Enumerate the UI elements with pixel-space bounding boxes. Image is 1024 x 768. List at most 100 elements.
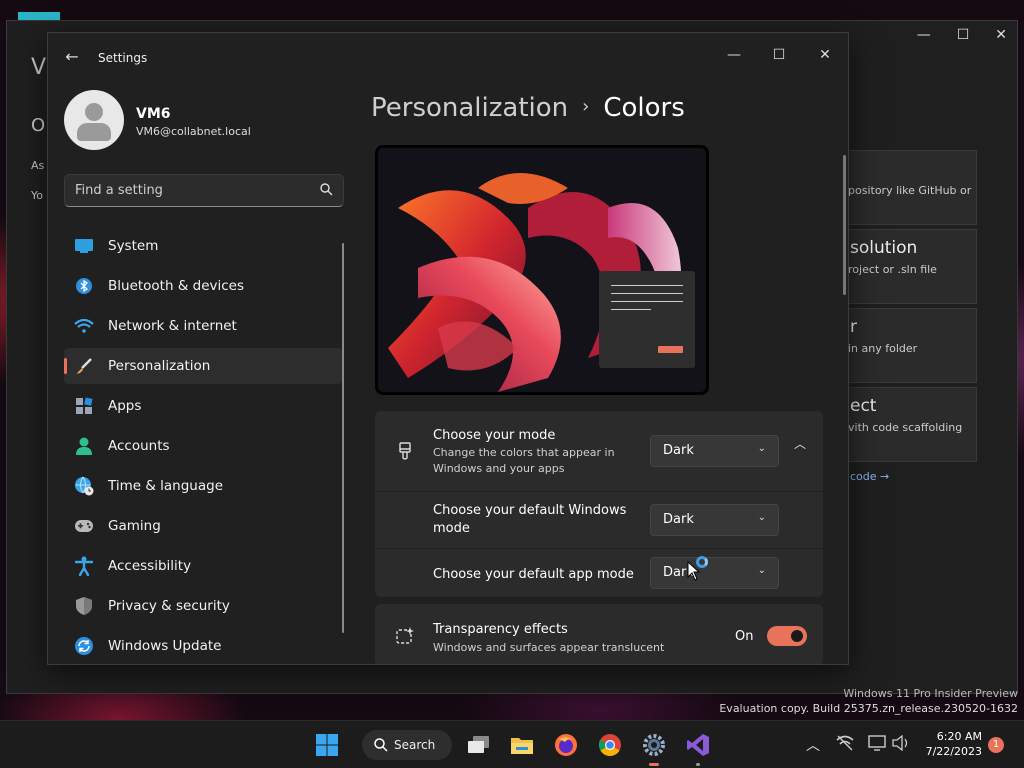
sidebar-item-system[interactable]: System — [64, 228, 342, 264]
collapse-button[interactable]: ︿ — [790, 435, 810, 455]
vs-line-fragment: As — [31, 159, 45, 172]
mode-desc: Change the colors that appear in — [433, 446, 615, 459]
maximize-icon: ☐ — [772, 47, 786, 63]
globe-clock-icon — [74, 476, 94, 496]
clock-date: 7/22/2023 — [925, 745, 982, 758]
sidebar-nav: System Bluetooth & devices Network & int… — [64, 228, 342, 664]
sidebar-item-label: Accounts — [108, 438, 170, 454]
vs-line-fragment: Yo — [31, 189, 43, 202]
chrome-button[interactable] — [596, 731, 624, 759]
sidebar-item-label: Apps — [108, 398, 142, 414]
close-button[interactable]: ✕ — [810, 43, 840, 67]
task-view-icon — [468, 736, 489, 753]
vs-window-controls: — ☐ ✕ — [917, 27, 1007, 43]
tray-overflow-icon[interactable]: ︿ — [806, 735, 820, 755]
sidebar-item-label: Network & internet — [108, 318, 237, 334]
sidebar-item-gaming[interactable]: Gaming — [64, 508, 342, 544]
taskbar-search-label: Search — [394, 738, 436, 752]
settings-taskbar-button[interactable] — [640, 731, 668, 766]
vs-card-title: r — [850, 317, 857, 337]
system-icon — [74, 236, 94, 256]
windows-mode-title: Choose your default Windows — [433, 503, 627, 518]
breadcrumb-parent[interactable]: Personalization — [371, 93, 568, 123]
sidebar-item-label: System — [108, 238, 159, 254]
gear-icon — [643, 734, 665, 756]
sidebar-item-bluetooth[interactable]: Bluetooth & devices — [64, 268, 342, 304]
sidebar-item-label: Gaming — [108, 518, 161, 534]
sidebar-item-accessibility[interactable]: Accessibility — [64, 548, 342, 584]
notification-badge[interactable]: 1 — [988, 737, 1004, 753]
brush-icon — [74, 356, 94, 376]
taskbar-search-button[interactable]: Search — [362, 730, 452, 760]
paint-bucket-icon — [395, 441, 415, 461]
vs-option-card[interactable]: r in any folder — [843, 308, 977, 383]
vs-option-card[interactable]: solution roject or .sln file — [843, 229, 977, 304]
volume-icon[interactable] — [892, 734, 910, 755]
sidebar-item-time-language[interactable]: Time & language — [64, 468, 342, 504]
sidebar-item-personalization[interactable]: Personalization — [64, 348, 342, 384]
mode-setting-card[interactable]: Choose your mode Change the colors that … — [375, 411, 823, 491]
preview-line — [611, 285, 683, 286]
task-view-button[interactable] — [465, 731, 493, 759]
visual-studio-button[interactable] — [684, 731, 712, 766]
app-mode-card: Choose your default app mode Dark ⌄ — [375, 549, 823, 597]
gamepad-icon — [74, 516, 94, 536]
busy-spinner-icon — [696, 556, 708, 568]
network-off-icon[interactable] — [836, 735, 854, 755]
minimize-button[interactable]: — — [719, 43, 749, 67]
maximize-icon[interactable]: ☐ — [957, 27, 970, 43]
watermark-line: Windows 11 Pro Insider Preview — [843, 687, 1018, 700]
close-icon[interactable]: ✕ — [995, 27, 1007, 43]
sparkle-icon — [395, 626, 415, 646]
vs-option-card[interactable]: ect vith code scaffolding — [843, 387, 977, 462]
vs-card-title: ect — [850, 396, 877, 416]
visual-studio-icon — [687, 734, 709, 756]
vs-option-card[interactable]: pository like GitHub or — [843, 150, 977, 225]
desktop-icon[interactable] — [18, 12, 60, 20]
chevron-down-icon: ⌄ — [757, 443, 766, 454]
theme-preview — [375, 145, 709, 395]
back-button[interactable]: ← — [60, 47, 84, 67]
settings-window[interactable]: ← Settings — ☐ ✕ VM6 VM6@collabnet.local… — [47, 32, 849, 665]
minimize-icon[interactable]: — — [917, 27, 931, 43]
display-icon[interactable] — [868, 735, 886, 755]
windows-mode-dropdown[interactable]: Dark ⌄ — [650, 504, 779, 536]
chrome-icon — [598, 734, 621, 756]
transparency-state-label: On — [735, 629, 754, 644]
vs-continue-link[interactable]: code → — [850, 470, 889, 483]
transparency-toggle[interactable] — [767, 626, 807, 646]
title-bar[interactable]: ← Settings — ☐ ✕ — [48, 33, 848, 81]
vs-heading-fragment: O — [31, 115, 46, 136]
sidebar-item-apps[interactable]: Apps — [64, 388, 342, 424]
apps-icon — [74, 396, 94, 416]
main-scrollbar[interactable] — [843, 155, 846, 295]
breadcrumb-separator: › — [582, 96, 590, 117]
account-icon — [74, 436, 94, 456]
search-icon[interactable] — [320, 183, 333, 200]
preview-line — [611, 301, 683, 302]
sidebar-item-label: Privacy & security — [108, 598, 230, 614]
start-button[interactable] — [313, 731, 341, 759]
maximize-button[interactable]: ☐ — [764, 43, 794, 67]
sidebar-item-network[interactable]: Network & internet — [64, 308, 342, 344]
taskbar-clock[interactable]: 6:20 AM 7/22/2023 — [918, 729, 982, 759]
vs-card-desc: in any folder — [848, 342, 918, 355]
preview-window-mock — [599, 271, 695, 368]
sidebar-scrollbar[interactable] — [342, 243, 344, 633]
transparency-title: Transparency effects — [433, 622, 568, 637]
file-explorer-button[interactable] — [508, 731, 536, 759]
mode-dropdown[interactable]: Dark ⌄ — [650, 435, 779, 467]
app-mode-dropdown[interactable]: Dark ⌄ — [650, 557, 779, 589]
avatar-head — [85, 103, 103, 121]
search-box[interactable] — [64, 174, 344, 207]
app-mode-title: Choose your default app mode — [433, 567, 634, 582]
sidebar-item-accounts[interactable]: Accounts — [64, 428, 342, 464]
sidebar-item-privacy[interactable]: Privacy & security — [64, 588, 342, 624]
firefox-button[interactable] — [552, 731, 580, 759]
avatar[interactable] — [64, 90, 124, 150]
windows-mode-dropdown-value: Dark — [663, 512, 694, 527]
sidebar-item-label: Time & language — [108, 478, 224, 494]
search-input[interactable] — [75, 175, 315, 206]
watermark-line: Evaluation copy. Build 25375.zn_release.… — [719, 702, 1018, 715]
sidebar-item-windows-update[interactable]: Windows Update — [64, 628, 342, 664]
